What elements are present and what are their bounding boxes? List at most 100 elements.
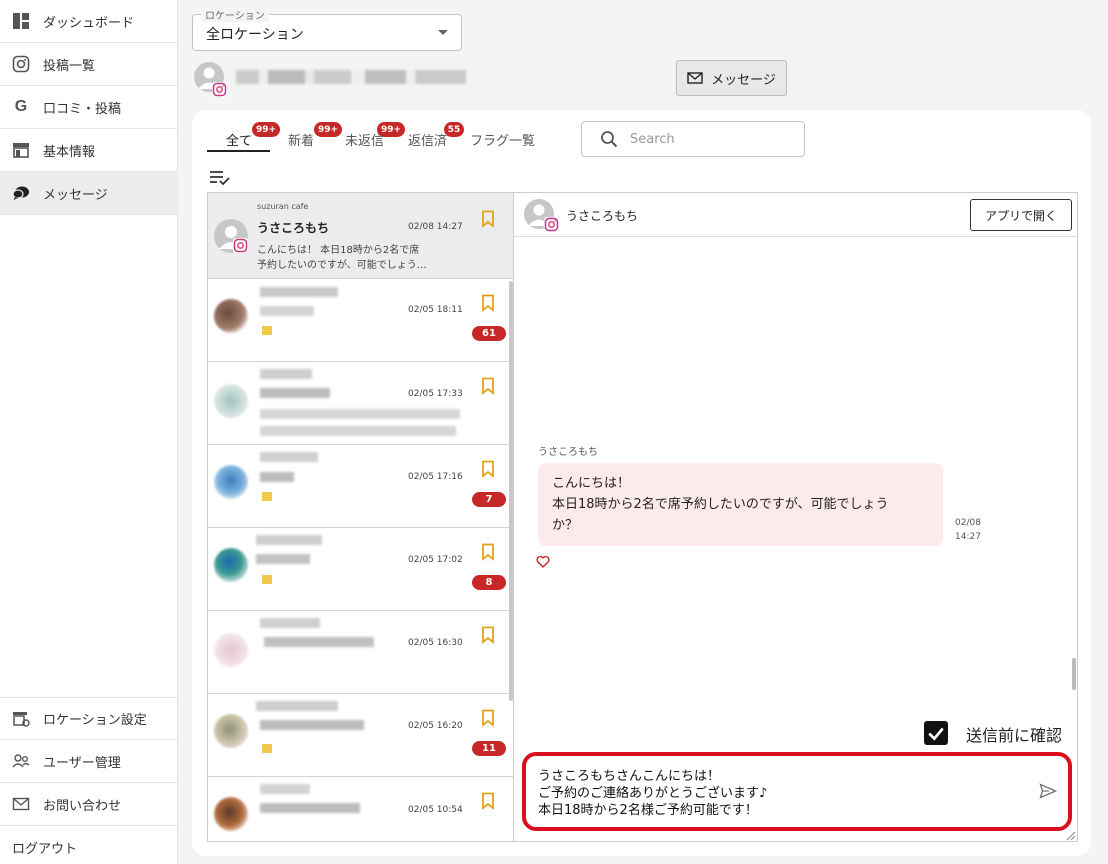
- tab-badge: 99+: [252, 122, 281, 137]
- sidebar-item-label: メッセージ: [43, 187, 108, 203]
- open-in-app-button[interactable]: アプリで開く: [970, 199, 1072, 231]
- conversation-time: 02/05 16:30: [408, 638, 463, 648]
- tab-all[interactable]: 全て: [226, 130, 252, 149]
- dashboard-icon: [12, 12, 30, 30]
- sidebar-item-messages[interactable]: メッセージ: [0, 172, 178, 215]
- conversation-time: 02/05 17:33: [408, 389, 463, 399]
- emoji-icon: [262, 492, 272, 501]
- send-icon[interactable]: [1039, 783, 1057, 799]
- unread-count-badge: 8: [472, 575, 506, 590]
- sidebar-item-label: ログアウト: [12, 842, 78, 857]
- avatar: [214, 465, 248, 499]
- emoji-icon: [262, 575, 272, 584]
- message-line: か？: [552, 518, 579, 533]
- conversation-item[interactable]: 02/05 10:54: [208, 777, 513, 841]
- unread-count-badge: 61: [472, 326, 506, 341]
- search-icon: [601, 131, 618, 148]
- chat-header: うさころもち アプリで開く: [514, 193, 1077, 237]
- message-button[interactable]: メッセージ: [676, 60, 787, 96]
- location-select-value: 全ロケーション: [206, 27, 304, 43]
- instagram-icon: [12, 55, 30, 73]
- sidebar-item-dashboard[interactable]: ダッシュボード: [0, 0, 178, 43]
- conversation-item[interactable]: suzuran cafe うさころもち 02/08 14:27 こんにちは！ 本…: [208, 193, 513, 279]
- mail-icon: [687, 72, 703, 84]
- tab-new[interactable]: 新着: [288, 130, 314, 149]
- conversation-item[interactable]: 02/05 17:16 7: [208, 445, 513, 528]
- bookmark-icon[interactable]: [481, 460, 495, 478]
- bookmark-icon[interactable]: [481, 210, 495, 228]
- resize-handle-icon[interactable]: [1066, 831, 1076, 841]
- conversation-account: suzuran cafe: [257, 202, 309, 211]
- message-line: こんにちは！: [552, 476, 631, 491]
- bookmark-icon[interactable]: [481, 377, 495, 395]
- avatar: [214, 714, 248, 748]
- message-button-label: メッセージ: [711, 72, 776, 88]
- sidebar: ダッシュボード 投稿一覧 G 口コミ・投稿 基本情報 メッセージ ロケーション設…: [0, 0, 178, 864]
- bookmark-icon[interactable]: [481, 543, 495, 561]
- sidebar-item-logout[interactable]: ログアウト: [0, 826, 178, 864]
- blurred-text: [260, 472, 294, 482]
- conversation-time: 02/05 17:02: [408, 555, 463, 565]
- search-placeholder: Search: [630, 131, 675, 147]
- sidebar-item-label: お問い合わせ: [43, 798, 122, 814]
- tab-flagged[interactable]: フラグ一覧: [470, 130, 535, 149]
- conversation-item[interactable]: 02/05 18:11 61: [208, 279, 513, 362]
- chat-contact-name: うさころもち: [566, 209, 639, 223]
- conversation-list: suzuran cafe うさころもち 02/08 14:27 こんにちは！ 本…: [207, 192, 514, 842]
- sidebar-item-basic-info[interactable]: 基本情報: [0, 129, 178, 172]
- check-icon: [928, 727, 944, 741]
- conversation-item[interactable]: 02/05 16:20 11: [208, 694, 513, 777]
- message-time: 14:27: [955, 532, 981, 542]
- conversation-item[interactable]: 02/05 16:30: [208, 611, 513, 694]
- message-date: 02/08: [955, 518, 981, 528]
- active-tab-indicator: [207, 150, 270, 152]
- sidebar-item-posts[interactable]: 投稿一覧: [0, 43, 178, 86]
- bookmark-icon[interactable]: [481, 792, 495, 810]
- sidebar-item-label: ユーザー管理: [43, 755, 121, 771]
- sort-check-icon[interactable]: [209, 170, 231, 186]
- location-select[interactable]: ロケーション 全ロケーション: [192, 7, 462, 51]
- location-select-label: ロケーション: [201, 7, 269, 22]
- unread-count-badge: 7: [472, 492, 506, 507]
- instagram-icon: [544, 217, 559, 232]
- blurred-text: [260, 618, 320, 628]
- bookmark-icon[interactable]: [481, 626, 495, 644]
- heart-icon[interactable]: [536, 555, 550, 568]
- conversation-preview: こんにちは！ 本日18時から2名で席: [257, 245, 420, 256]
- list-scrollbar[interactable]: [509, 281, 513, 701]
- sidebar-item-user-management[interactable]: ユーザー管理: [0, 740, 178, 783]
- sidebar-item-reviews[interactable]: G 口コミ・投稿: [0, 86, 178, 129]
- emoji-icon: [262, 744, 272, 753]
- instagram-icon: [233, 238, 248, 253]
- conversation-time: 02/08 14:27: [408, 222, 463, 232]
- account-name-blurred: [236, 70, 466, 84]
- blurred-text: [260, 409, 460, 419]
- bookmark-icon[interactable]: [481, 709, 495, 727]
- blurred-text: [260, 720, 364, 730]
- chat-scrollbar[interactable]: [1072, 658, 1076, 690]
- emoji-icon: [262, 326, 272, 335]
- avatar: [214, 633, 248, 667]
- sidebar-item-contact[interactable]: お問い合わせ: [0, 783, 178, 826]
- blurred-text: [260, 287, 338, 297]
- avatar: [214, 797, 248, 831]
- sidebar-item-location-settings[interactable]: ロケーション設定: [0, 697, 178, 740]
- conversation-item[interactable]: 02/05 17:02 8: [208, 528, 513, 611]
- blurred-text: [260, 306, 314, 316]
- sidebar-item-label: ロケーション設定: [43, 713, 147, 728]
- bookmark-icon[interactable]: [481, 294, 495, 312]
- blurred-text: [260, 426, 456, 436]
- blurred-text: [260, 452, 318, 462]
- avatar: [214, 548, 248, 582]
- blurred-text: [260, 369, 312, 379]
- sidebar-item-label: 口コミ・投稿: [43, 101, 122, 117]
- conversation-item[interactable]: 02/05 17:33: [208, 362, 513, 445]
- confirm-before-send-checkbox[interactable]: [924, 721, 948, 745]
- search-input[interactable]: Search: [581, 121, 805, 157]
- reply-input[interactable]: うさころもちさんこんにちは！ ご予約のご連絡ありがとうございます♪ 本日18時か…: [522, 752, 1072, 831]
- blurred-text: [256, 535, 322, 545]
- message-timestamp: 02/08 14:27: [955, 516, 981, 544]
- unread-count-badge: 11: [472, 741, 506, 756]
- message-line: 本日18時から2名で席予約したいのですが、可能でしょう: [552, 497, 889, 512]
- tab-replied[interactable]: 返信済: [408, 130, 447, 149]
